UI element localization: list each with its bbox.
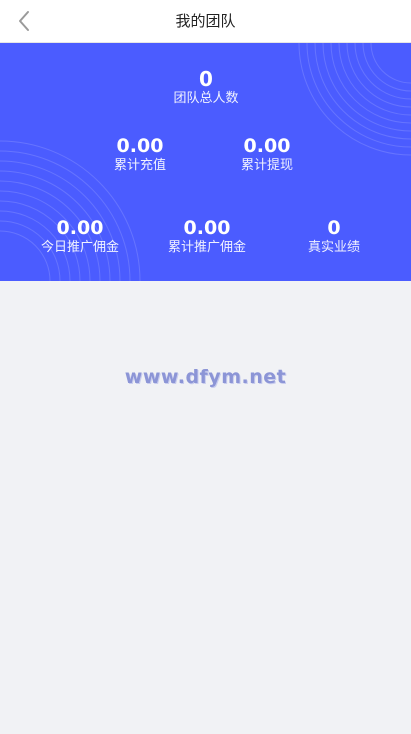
stat-value: 0.00 (116, 135, 164, 157)
stat-value: 0 (199, 67, 213, 91)
stat-value: 0.00 (183, 217, 231, 239)
stat-value: 0 (327, 217, 341, 239)
stat-label: 今日推广佣金 (40, 240, 119, 255)
top-nav-bar: 我的团队 (0, 0, 411, 43)
stat-total-members: 0 团队总人数 (141, 68, 271, 108)
stat-real-performance: 0 真实业绩 (269, 217, 399, 257)
stat-value: 0.00 (243, 135, 291, 157)
stat-label: 累计充值 (113, 158, 166, 173)
stat-total-commission: 0.00 累计推广佣金 (142, 217, 272, 257)
stat-total-withdraw: 0.00 累计提现 (202, 135, 332, 175)
watermark-text: www.dfym.net (124, 366, 287, 388)
stat-today-commission: 0.00 今日推广佣金 (15, 217, 145, 257)
stat-value: 0.00 (56, 217, 104, 239)
stat-total-recharge: 0.00 累计充值 (75, 135, 205, 175)
stat-label: 真实业绩 (307, 240, 360, 255)
stat-label: 累计推广佣金 (167, 240, 246, 255)
stat-label: 累计提现 (240, 158, 293, 173)
stat-label: 团队总人数 (173, 91, 239, 106)
team-stats-panel: 0 团队总人数 0.00 累计充值 0.00 累计提现 0.00 今日推广佣金 … (0, 43, 411, 281)
page-title: 我的团队 (175, 12, 236, 30)
